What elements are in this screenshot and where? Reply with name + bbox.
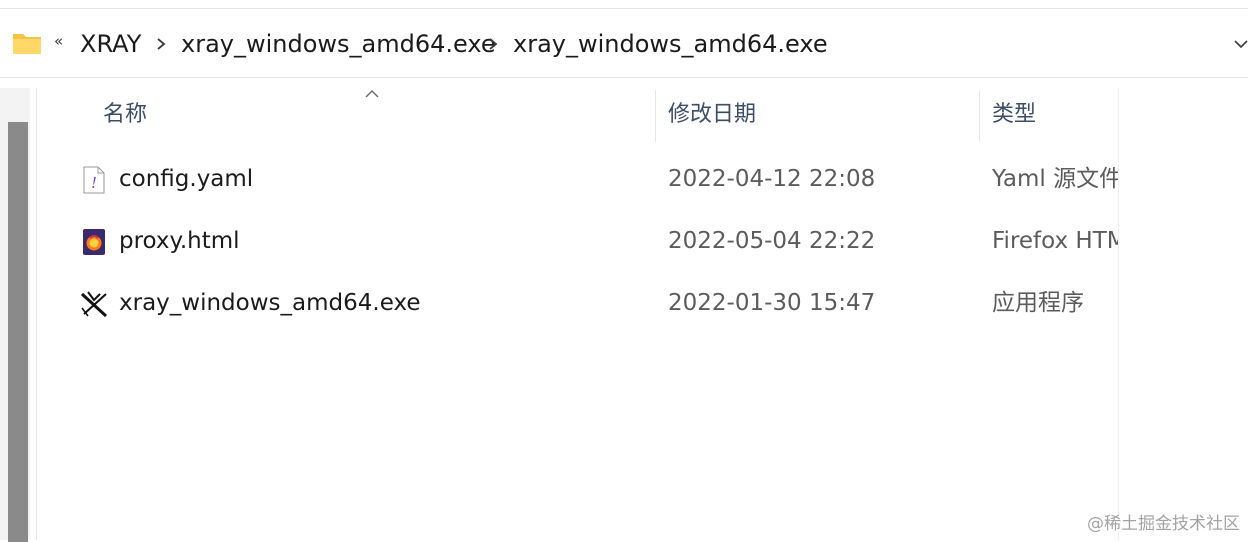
file-date: 2022-04-12 22:08 (668, 166, 876, 192)
file-row-config-yaml[interactable]: ! config.yaml 2022-04-12 22:08 Yaml 源文件 (40, 152, 1118, 208)
column-header-type[interactable]: 类型 (992, 98, 1036, 132)
file-row-proxy-html[interactable]: proxy.html 2022-05-04 22:22 Firefox HTML (40, 214, 1118, 270)
pane-divider[interactable] (36, 88, 37, 540)
column-header-name[interactable]: 名称 (103, 98, 147, 132)
breadcrumb-item-folder-2[interactable]: xray_windows_amd64.exe (513, 27, 828, 61)
breadcrumb-overflow-button[interactable]: « (54, 33, 63, 49)
column-divider[interactable] (979, 90, 980, 142)
breadcrumb-item-xray[interactable]: XRAY (80, 27, 141, 61)
file-row-xray-exe[interactable]: xray_windows_amd64.exe 2022-01-30 15:47 … (40, 276, 1118, 332)
address-bar[interactable]: « XRAY xray_windows_amd64.exe xray_windo… (0, 8, 1248, 78)
file-date: 2022-05-04 22:22 (668, 228, 876, 254)
file-type: Yaml 源文件 (992, 166, 1118, 192)
view-edge (1118, 88, 1119, 540)
file-date: 2022-01-30 15:47 (668, 290, 876, 316)
watermark: @稀土掘金技术社区 (1087, 514, 1240, 534)
svg-text:!: ! (91, 173, 97, 192)
column-divider[interactable] (655, 90, 656, 142)
breadcrumb-item-folder-1[interactable]: xray_windows_amd64.exe (181, 27, 496, 61)
chevron-down-icon[interactable] (1232, 37, 1248, 51)
navigation-pane-scroll (0, 88, 30, 542)
xray-exe-icon (80, 291, 108, 318)
file-name: proxy.html (119, 228, 240, 254)
sort-ascending-icon (365, 90, 379, 98)
chevron-right-icon[interactable] (486, 37, 500, 51)
file-type: Firefox HTML (992, 228, 1118, 254)
file-name: config.yaml (119, 166, 254, 192)
scrollbar-thumb[interactable] (8, 122, 28, 542)
chevron-right-icon[interactable] (154, 37, 168, 51)
file-type: 应用程序 (992, 290, 1084, 316)
column-header-date[interactable]: 修改日期 (668, 98, 756, 132)
file-name: xray_windows_amd64.exe (119, 290, 421, 316)
folder-icon (13, 34, 41, 54)
firefox-html-icon (83, 229, 105, 255)
yaml-file-icon: ! (83, 166, 105, 194)
